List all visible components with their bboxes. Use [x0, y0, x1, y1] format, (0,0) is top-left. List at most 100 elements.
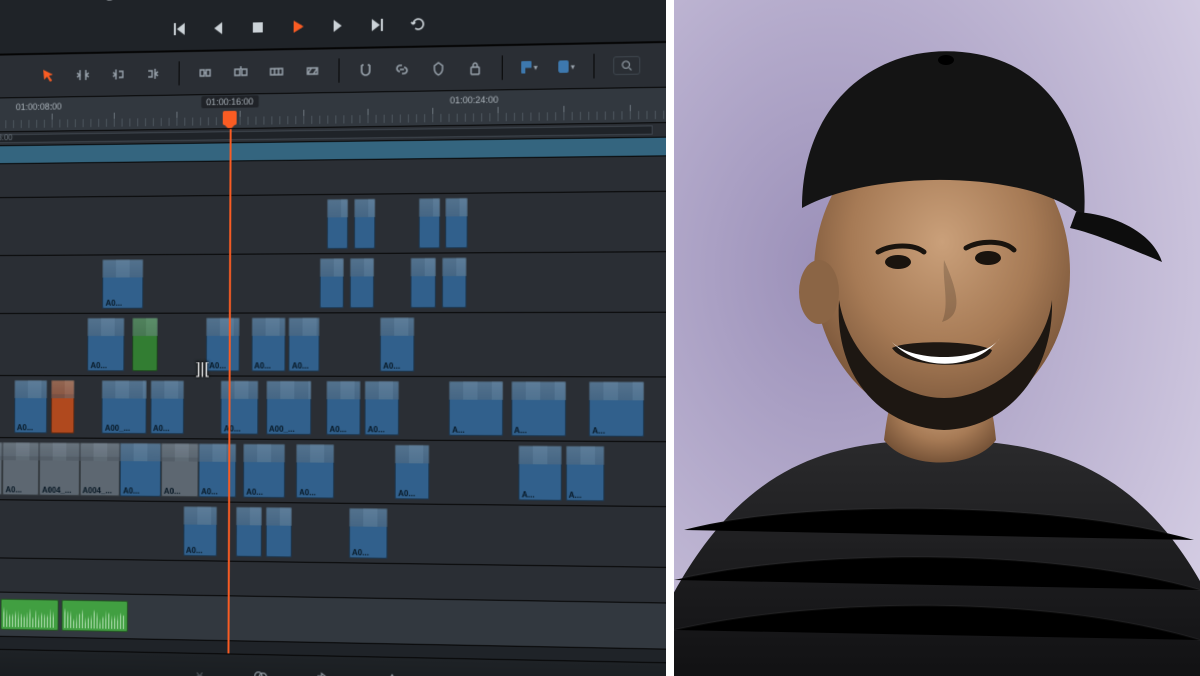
clip-label: A0... — [103, 299, 125, 309]
clip[interactable] — [350, 258, 375, 308]
clip[interactable]: A0... — [349, 508, 387, 559]
clip-label: A0... — [251, 361, 274, 371]
clip[interactable]: A0... — [296, 444, 334, 499]
clip[interactable]: A00_... — [266, 381, 312, 435]
clip[interactable]: A0... — [243, 444, 285, 498]
replace-tool[interactable] — [298, 57, 326, 86]
timecode-mark: 01:00:08:00 — [16, 101, 62, 112]
clip[interactable]: A0... — [87, 318, 124, 371]
clip-label: A0... — [326, 425, 349, 435]
clip[interactable] — [61, 600, 128, 633]
clip[interactable]: A0... — [183, 506, 217, 556]
trim-tool[interactable] — [69, 61, 96, 90]
position-lock[interactable] — [424, 54, 453, 83]
track-v1[interactable]: A0...A0...A0...A004_...A004_...A0...A0..… — [0, 438, 666, 508]
clip[interactable]: A0... — [198, 443, 236, 497]
trim-in-tool[interactable] — [104, 60, 131, 89]
pointer-tool[interactable] — [34, 61, 61, 89]
page-fusion[interactable]: Fusion — [184, 665, 214, 676]
clip-label: A0... — [161, 487, 184, 497]
clip-label: A004_... — [79, 486, 114, 496]
color-icon — [250, 667, 270, 676]
clip[interactable] — [419, 198, 441, 248]
clip[interactable]: A0... — [14, 380, 47, 433]
clip[interactable]: A0... — [221, 381, 259, 435]
timeline[interactable]: 01:00:08:00 A0...A0... A0...A0...A0...A0… — [0, 123, 666, 663]
play-button[interactable] — [285, 13, 311, 40]
clip[interactable]: A... — [511, 381, 566, 436]
separator — [593, 54, 594, 79]
clip[interactable] — [50, 380, 74, 433]
clip[interactable] — [442, 257, 467, 308]
clip[interactable]: A0... — [380, 317, 415, 371]
overwrite-tool[interactable] — [263, 57, 291, 86]
clip[interactable] — [411, 258, 436, 308]
clip[interactable]: A0... — [365, 381, 400, 436]
snap-toggle[interactable] — [352, 56, 380, 85]
flag-dropdown[interactable]: ▾ — [515, 53, 544, 82]
timecode-mark: 01:00:24:00 — [450, 95, 499, 106]
clip-label: A0... — [120, 486, 143, 496]
clip[interactable]: A... — [449, 381, 503, 436]
prev-frame-button[interactable] — [205, 14, 231, 41]
clip-label: A0... — [198, 487, 221, 497]
insert-tool[interactable] — [227, 58, 255, 87]
clip[interactable]: A0... — [289, 317, 319, 371]
clip[interactable]: A0... — [120, 443, 161, 497]
clip[interactable]: A0... — [3, 442, 40, 495]
timecode-readout: 01:00:16:00 — [201, 95, 258, 108]
link-toggle[interactable] — [388, 55, 416, 84]
chevron-down-icon: ▾ — [534, 62, 538, 71]
track-v3[interactable]: A0... A0... A0... A0... A0... — [0, 313, 666, 378]
clip[interactable]: A0... — [161, 443, 199, 497]
page-fairlight[interactable]: Fairlight — [306, 668, 342, 676]
clip-label: A0... — [380, 361, 403, 371]
clip[interactable]: A0... — [103, 259, 144, 309]
page-color[interactable]: Color — [248, 667, 272, 676]
clip[interactable] — [132, 318, 158, 372]
track-v5[interactable] — [0, 192, 666, 257]
next-frame-button[interactable] — [325, 12, 351, 39]
clip-label: A0... — [87, 361, 109, 371]
page-deliver[interactable]: Deliver — [376, 669, 408, 676]
track-v4[interactable]: A0...A0... — [0, 252, 666, 314]
timecode-mark: 01:00:08:00 — [0, 133, 13, 143]
stop-button[interactable] — [245, 14, 271, 41]
trim-out-tool[interactable] — [139, 59, 167, 88]
swap-tool[interactable] — [191, 59, 219, 88]
separator — [338, 58, 339, 82]
marker-dropdown[interactable]: ▾ — [552, 52, 581, 81]
editor-panel: ▾ ▾ 01:00:08:00 01:00:24:00 01:00:16:00 … — [0, 0, 666, 676]
clip-label: A... — [511, 426, 530, 436]
clip[interactable] — [265, 507, 292, 557]
clip[interactable]: A004_... — [39, 442, 80, 496]
clip-label: A0... — [289, 361, 312, 371]
clip[interactable] — [327, 199, 348, 249]
clip-label: A... — [565, 490, 584, 501]
clip-label: A0... — [243, 487, 266, 497]
last-frame-button[interactable] — [365, 11, 391, 38]
clip[interactable]: A004_... — [79, 443, 120, 497]
clip[interactable]: A0... — [251, 318, 285, 372]
clip[interactable]: A... — [589, 381, 644, 436]
clip[interactable] — [354, 199, 375, 249]
track-v0[interactable]: A0... A0... — [0, 499, 666, 568]
loop-button[interactable] — [405, 10, 431, 37]
clip[interactable] — [0, 599, 59, 631]
lock-toggle[interactable] — [461, 54, 490, 83]
clip[interactable]: A... — [519, 445, 562, 500]
clip-label: A0... — [183, 546, 206, 556]
clip[interactable]: A0... — [150, 380, 184, 434]
clip[interactable] — [446, 198, 468, 249]
clip[interactable]: A0... — [326, 381, 360, 435]
clip-label: A... — [519, 490, 538, 501]
timeline-search[interactable] — [613, 56, 640, 75]
clip[interactable]: A0... — [395, 445, 430, 500]
clip[interactable]: A0... — [206, 318, 240, 372]
clip[interactable] — [235, 507, 262, 557]
clip[interactable]: A00_... — [102, 380, 147, 434]
track-v2[interactable]: A0...A00_...A0...A0...A00_...A0...A0...A… — [0, 376, 666, 443]
first-frame-button[interactable] — [166, 15, 192, 42]
clip[interactable]: A... — [565, 446, 604, 501]
clip[interactable] — [319, 258, 343, 308]
